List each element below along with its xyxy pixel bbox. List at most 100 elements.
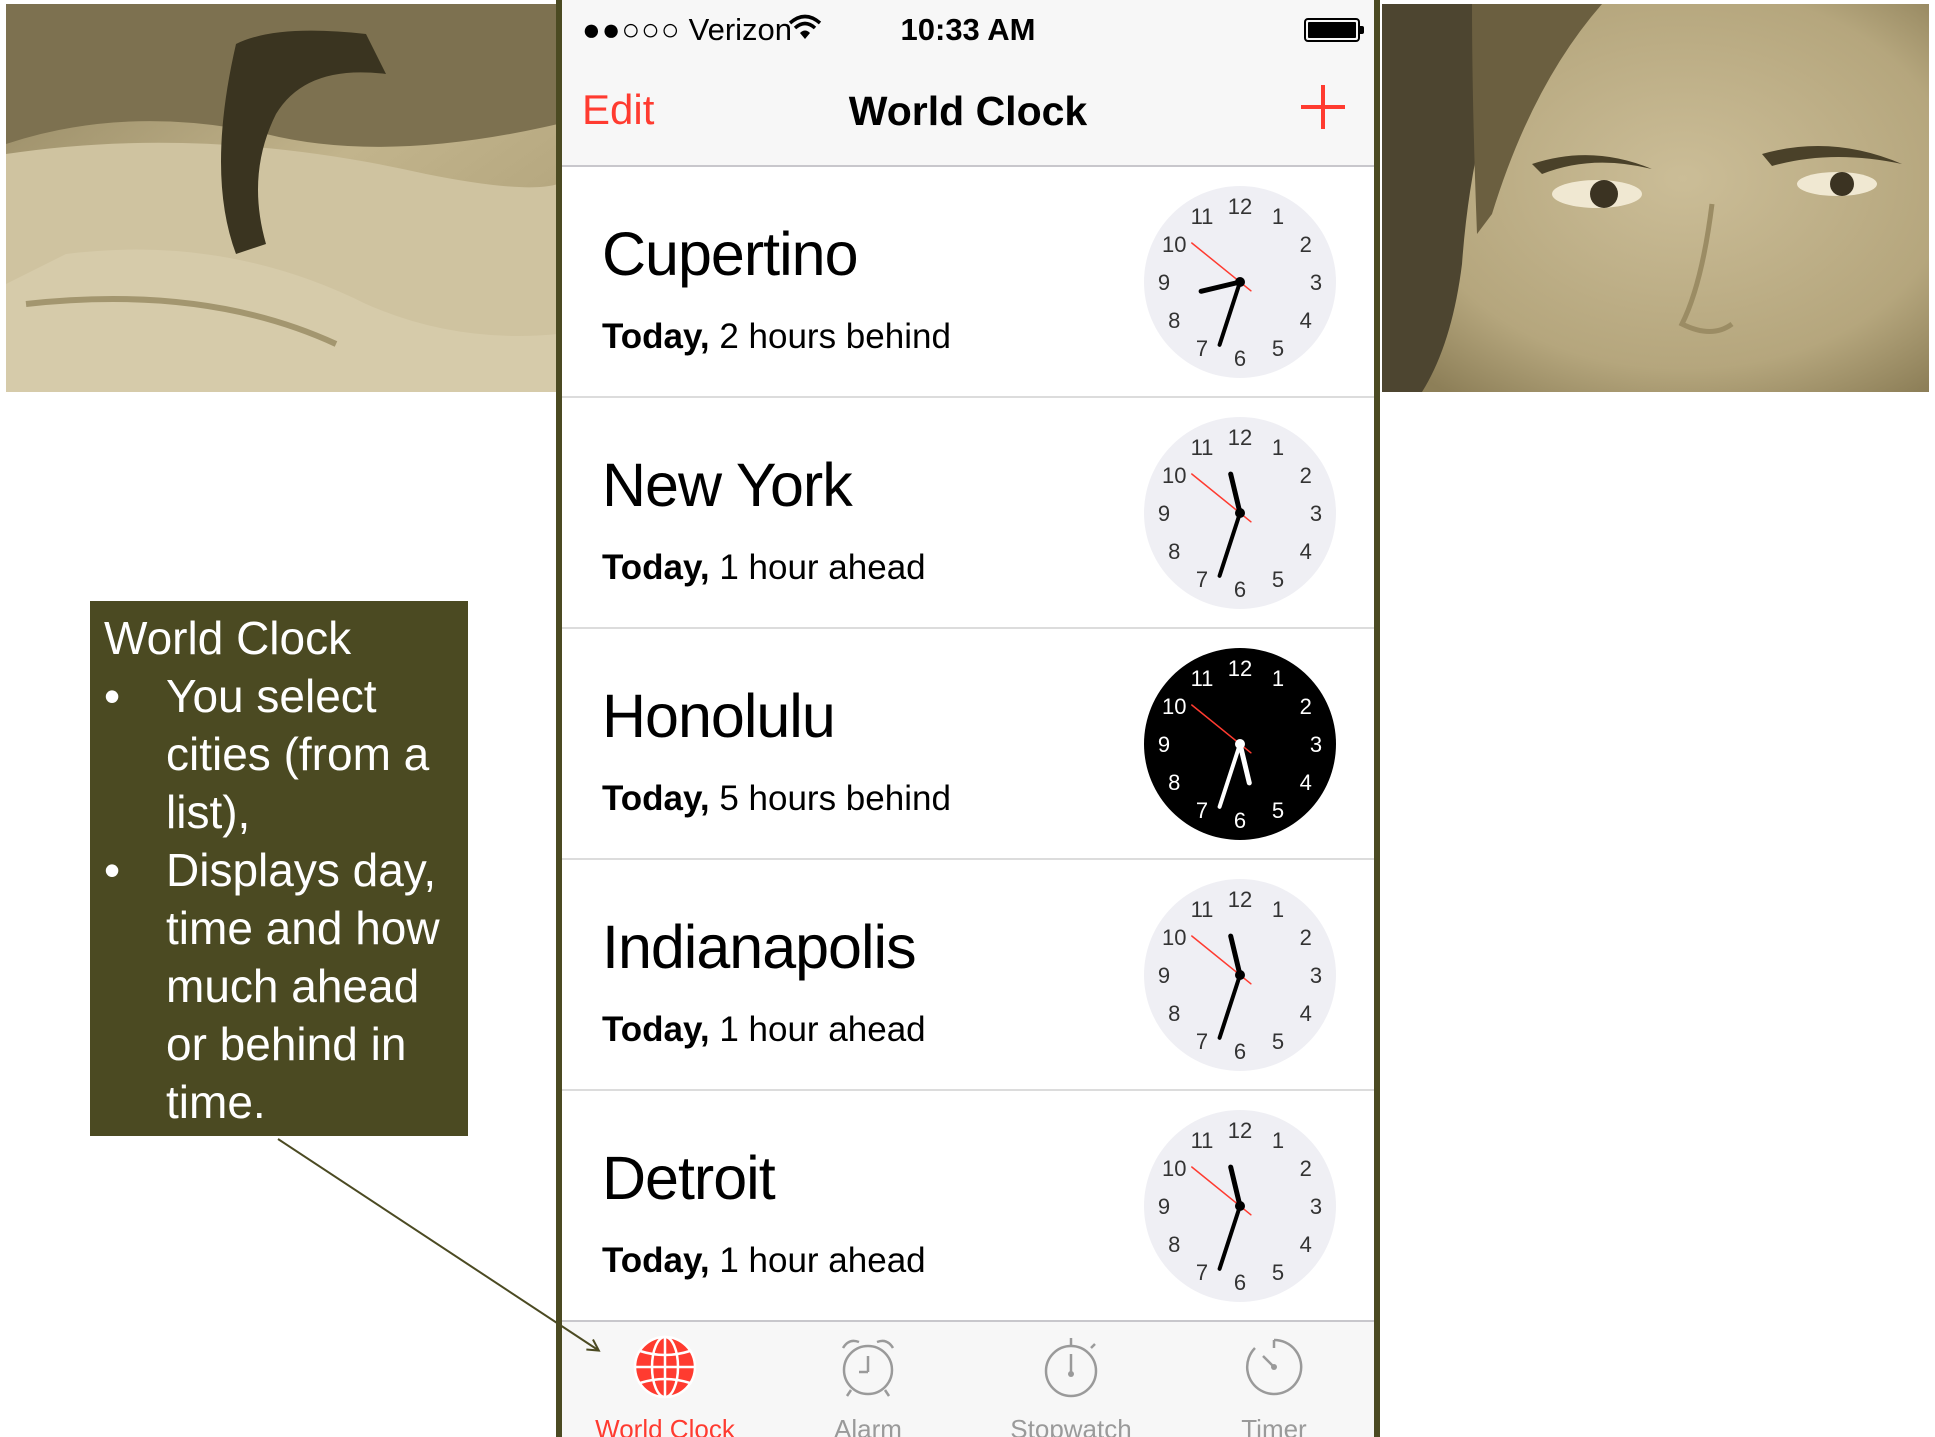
callout-bullet-text: You select cities (from a list), [166,670,430,838]
callout-bullet-text: Displays day, time and how much ahead or… [166,844,440,1128]
city-row[interactable]: New York Today, 1 hour ahead 1 2 3 4 5 6 7 8 9 10 11… [562,398,1374,629]
day-label: Today, [602,548,710,587]
clock-numeral: 5 [1272,567,1284,592]
analog-clock-icon: 1234567891011 12 [1144,1110,1336,1302]
city-row[interactable]: Cupertino Today, 2 hours behind 1 2 3 4 5 6 7 8 9 1… [562,167,1374,398]
city-name: New York [602,451,853,519]
clock-numeral: 3 [1310,963,1322,988]
city-row[interactable]: Detroit Today, 1 hour ahead 1 2 3 4 5 6 7 8 9 10 11 1… [562,1091,1374,1322]
clock-numeral: 12 [1228,425,1252,450]
clock-numeral: 8 [1168,308,1180,333]
tab-label: Alarm [834,1414,902,1437]
page-title: World Clock [848,88,1088,134]
tab-world-clock[interactable]: World Clock [565,1322,765,1437]
callout-bullet: • You select cities (from a list), [104,667,454,841]
day-label: Today, [602,317,710,356]
clock-numeral: 6 [1234,1039,1246,1064]
clock-numeral: 4 [1300,1001,1312,1026]
city-name: Indianapolis [602,913,917,981]
status-time: 10:33 AM [900,12,1036,47]
tab-timer[interactable]: Timer [1174,1322,1374,1437]
offset-label: 2 hours behind [719,317,951,356]
clock-numeral: 3 [1310,501,1322,526]
clock-numeral: 11 [1191,897,1214,922]
clock-numeral: 7 [1196,567,1208,592]
clock-numeral: 1 [1272,435,1284,460]
city-row[interactable]: Indianapolis Today, 1 hour ahead 1 2 3 4 5 6 7 8 9… [562,860,1374,1091]
clock-numeral: 1 [1272,1128,1284,1153]
time-difference: Today, 1 hour ahead [602,1241,926,1281]
clock-numeral: 3 [1310,270,1322,295]
status-bar: ●●○○○ Verizon 10:33 AM [562,0,1374,60]
callout-heading: World Clock [104,612,352,664]
day-label: Today, [602,1241,710,1280]
battery-icon [1304,18,1364,42]
city-name: Honolulu [602,682,836,750]
annotation-callout: World Clock • You select cities (from a l… [90,601,468,1136]
tab-alarm[interactable]: Alarm [768,1322,968,1437]
clock-numeral: 7 [1196,336,1208,361]
timer-icon [1245,1338,1303,1396]
clock-numeral: 12 [1228,1118,1252,1143]
tab-stopwatch[interactable]: Stopwatch [971,1322,1171,1437]
clock-numeral: 1 [1272,897,1284,922]
clock-numeral: 11 [1191,204,1214,229]
clock-numeral: 10 [1162,232,1186,257]
clock-numeral: 5 [1272,1260,1284,1285]
clock-numeral: 12 [1228,887,1252,912]
clock-numeral: 9 [1158,963,1170,988]
edit-button[interactable]: Edit [582,86,654,134]
clock-numeral: 11 [1191,435,1214,460]
day-label: Today, [602,779,710,818]
analog-clock-icon: 1234567891011 12 [1144,879,1336,1071]
analog-clock-icon: 1234567891011 12 [1144,186,1336,378]
offset-label: 5 hours behind [719,779,951,818]
time-difference: Today, 1 hour ahead [602,1010,926,1050]
alarm-clock-icon [841,1339,895,1397]
clock-numeral: 4 [1300,1232,1312,1257]
clock-numeral: 9 [1158,732,1170,757]
clock-numeral: 6 [1234,808,1246,833]
clock-numeral: 8 [1168,770,1180,795]
clock-numeral: 2 [1300,1156,1312,1181]
background-photo-face [1382,4,1929,392]
analog-clock-icon: 1234567891011 12 [1144,417,1336,609]
clock-numeral: 12 [1228,194,1252,219]
analog-clock-icon: 1234567891011 12 [1144,648,1336,840]
clock-numeral: 10 [1162,925,1186,950]
clock-numeral: 8 [1168,1001,1180,1026]
offset-label: 1 hour ahead [719,1010,926,1049]
phone-screen: ●●○○○ Verizon 10:33 AM Edit World Clock C… [556,0,1380,1437]
tab-label: Timer [1241,1414,1307,1437]
clock-numeral: 6 [1234,346,1246,371]
clock-numeral: 10 [1162,694,1186,719]
bullet-marker: • [104,670,121,722]
city-name: Cupertino [602,220,858,288]
clock-numeral: 6 [1234,577,1246,602]
time-difference: Today, 2 hours behind [602,317,951,357]
add-city-button[interactable] [1298,82,1348,132]
clock-numeral: 6 [1234,1270,1246,1295]
clock-numeral: 5 [1272,336,1284,361]
globe-icon [633,1335,697,1399]
clock-numeral: 12 [1228,656,1252,681]
city-row[interactable]: Honolulu Today, 5 hours behind 1 2 3 4 5 6 7 8 9 10… [562,629,1374,860]
background-photo-wrist [6,4,558,392]
clock-numeral: 2 [1300,463,1312,488]
clock-numeral: 10 [1162,1156,1186,1181]
clock-numeral: 9 [1158,1194,1170,1219]
offset-label: 1 hour ahead [719,1241,926,1280]
clock-numeral: 8 [1168,539,1180,564]
clock-numeral: 9 [1158,270,1170,295]
tab-label: Stopwatch [1010,1414,1132,1437]
clock-numeral: 8 [1168,1232,1180,1257]
navigation-bar: Edit World Clock [562,60,1374,167]
day-label: Today, [602,1010,710,1049]
tab-bar: World Clock Alarm Stopwatch Timer [562,1320,1374,1437]
clock-numeral: 4 [1300,539,1312,564]
clock-numeral: 5 [1272,1029,1284,1054]
clock-numeral: 7 [1196,798,1208,823]
clock-numeral: 9 [1158,501,1170,526]
clock-numeral: 4 [1300,308,1312,333]
clock-numeral: 7 [1196,1029,1208,1054]
